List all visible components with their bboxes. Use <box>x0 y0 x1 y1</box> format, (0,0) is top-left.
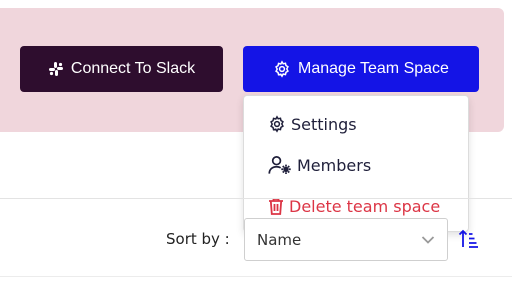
sort-by-select[interactable]: Name <box>244 218 448 261</box>
gear-icon <box>270 115 284 133</box>
sort-ascending-icon[interactable] <box>458 229 480 249</box>
row-divider <box>0 276 512 277</box>
slack-icon <box>48 62 63 76</box>
menu-item-members[interactable]: Members <box>268 150 371 180</box>
menu-item-settings[interactable]: Settings <box>268 109 357 139</box>
manage-team-space-button[interactable]: Manage Team Space <box>243 46 479 92</box>
manage-team-space-label: Manage Team Space <box>298 60 449 77</box>
user-gear-icon <box>268 156 291 174</box>
gear-icon <box>275 60 289 78</box>
menu-item-settings-label: Settings <box>291 114 357 134</box>
connect-slack-label: Connect To Slack <box>70 60 196 77</box>
chevron-down-icon <box>421 235 435 244</box>
sort-by-selected-value: Name <box>257 230 302 249</box>
menu-item-members-label: Members <box>297 155 372 175</box>
connect-slack-button[interactable]: Connect To Slack <box>20 46 223 92</box>
sort-by-label: Sort by : <box>166 230 230 248</box>
